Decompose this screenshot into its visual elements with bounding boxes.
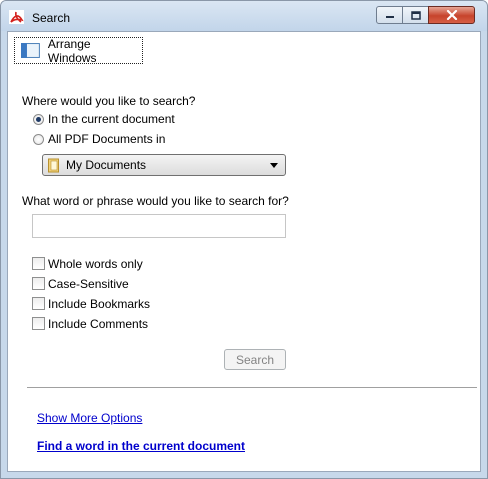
maximize-icon <box>410 10 421 20</box>
window-title: Search <box>32 11 71 25</box>
checkbox-whole-words[interactable] <box>32 257 45 270</box>
checkbox-include-bookmarks-label[interactable]: Include Bookmarks <box>48 297 150 311</box>
location-value: My Documents <box>66 158 147 172</box>
minimize-icon <box>385 16 394 18</box>
show-more-options-link[interactable]: Show More Options <box>37 411 142 425</box>
close-icon <box>446 10 457 20</box>
search-window: Search Arrange Windows Where would you l… <box>0 0 488 479</box>
search-panel: Arrange Windows Where would you like to … <box>7 31 481 472</box>
close-button[interactable] <box>428 6 475 24</box>
checkbox-whole-words-label[interactable]: Whole words only <box>48 257 143 271</box>
documents-folder-icon <box>48 158 59 173</box>
minimize-button[interactable] <box>376 6 403 24</box>
checkbox-case-sensitive-label[interactable]: Case-Sensitive <box>48 277 129 291</box>
where-label: Where would you like to search? <box>22 94 196 108</box>
arrange-windows-label: Arrange Windows <box>47 36 97 65</box>
search-button[interactable]: Search <box>224 349 286 370</box>
chevron-down-icon <box>270 163 278 168</box>
radio-selected-dot <box>36 117 41 122</box>
title-bar[interactable]: Search <box>1 1 487 31</box>
checkbox-include-bookmarks[interactable] <box>32 297 45 310</box>
separator <box>27 387 477 388</box>
checkbox-include-comments[interactable] <box>32 317 45 330</box>
location-dropdown[interactable]: My Documents <box>42 154 286 176</box>
arrange-windows-button[interactable]: Arrange Windows <box>14 36 143 65</box>
radio-all-pdf-documents-label[interactable]: All PDF Documents in <box>48 132 165 146</box>
maximize-button[interactable] <box>402 6 429 24</box>
query-label: What word or phrase would you like to se… <box>22 194 289 208</box>
radio-current-document[interactable] <box>33 114 44 125</box>
find-word-link[interactable]: Find a word in the current document <box>37 439 245 453</box>
checkbox-include-comments-label[interactable]: Include Comments <box>48 317 148 331</box>
checkbox-case-sensitive[interactable] <box>32 277 45 290</box>
radio-current-document-label[interactable]: In the current document <box>48 112 175 126</box>
pdf-app-icon <box>9 10 24 24</box>
radio-all-pdf-documents[interactable] <box>33 134 44 145</box>
arrange-windows-icon <box>21 43 40 58</box>
search-input[interactable] <box>32 214 286 238</box>
